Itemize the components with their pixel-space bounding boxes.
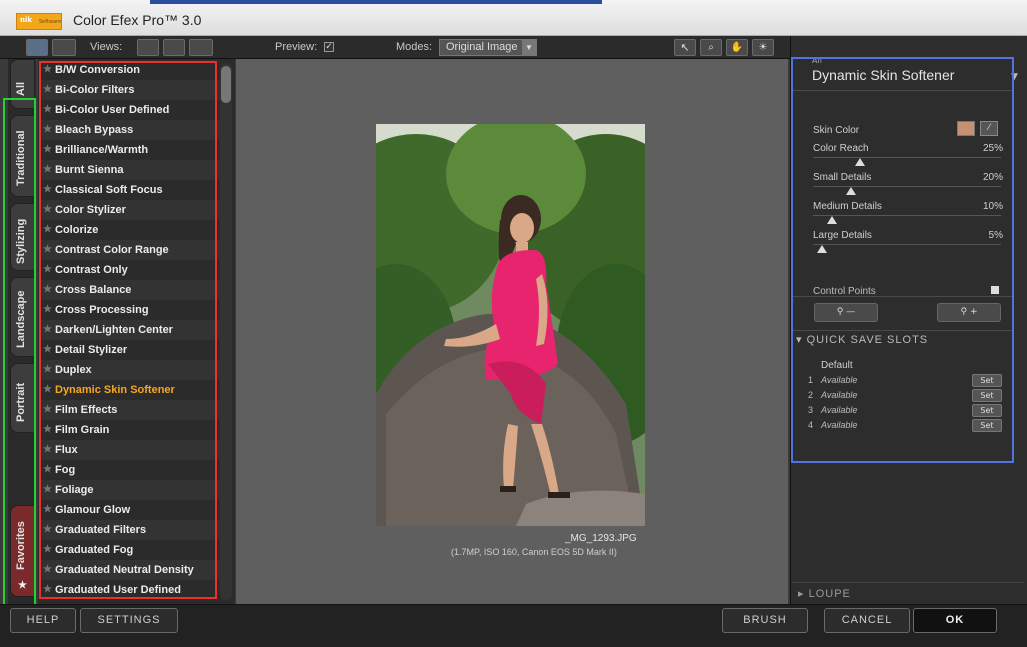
tabs-highlight xyxy=(3,98,36,615)
app-window: nik Software Color Efex Pro™ 3.0 Views: … xyxy=(0,0,1027,647)
view-split-icon[interactable] xyxy=(163,39,185,56)
preview-label: Preview: xyxy=(275,41,318,53)
cancel-button[interactable]: CANCEL xyxy=(824,608,910,633)
image-metadata: (1.7MP, ISO 160, Canon EOS 5D Mark II) xyxy=(451,547,617,557)
scroll-thumb[interactable] xyxy=(221,66,231,103)
background-window-strip xyxy=(150,0,602,4)
title-bar: nik Software Color Efex Pro™ 3.0 xyxy=(0,0,1027,36)
modes-label: Modes: xyxy=(396,41,433,53)
photo-illustration xyxy=(376,124,645,526)
loupe-divider xyxy=(792,582,1024,583)
filter-list-highlight xyxy=(39,61,217,599)
split-view-button[interactable] xyxy=(52,39,76,56)
views-label: Views: xyxy=(90,41,123,53)
single-view-button[interactable] xyxy=(26,39,48,56)
chevron-down-icon: ▼ xyxy=(522,40,536,55)
settings-button[interactable]: SETTINGS xyxy=(80,608,178,633)
help-button[interactable]: HELP xyxy=(10,608,76,633)
settings-highlight xyxy=(791,57,1014,463)
light-tool-icon[interactable]: ☀ xyxy=(752,39,774,56)
ok-button[interactable]: OK xyxy=(913,608,997,633)
loupe-header[interactable]: ▸ LOUPE xyxy=(798,587,851,600)
zoom-tool-icon[interactable]: ⌕ xyxy=(700,39,722,56)
preview-checkbox[interactable]: ✓ xyxy=(324,42,334,52)
brush-button[interactable]: BRUSH xyxy=(722,608,808,633)
preview-image[interactable] xyxy=(376,124,645,526)
view-single-icon[interactable] xyxy=(137,39,159,56)
nik-logo: nik Software xyxy=(16,13,62,30)
pointer-tool-icon[interactable]: ↖ xyxy=(674,39,696,56)
hand-tool-icon[interactable]: ✋ xyxy=(726,39,748,56)
image-filename: _MG_1293.JPG xyxy=(565,533,637,544)
view-side-icon[interactable] xyxy=(189,39,213,56)
app-title: Color Efex Pro™ 3.0 xyxy=(73,12,202,28)
modes-select[interactable]: Original Image ▼ xyxy=(439,39,537,56)
toolbar: Views: Preview: ✓ Modes: Original Image … xyxy=(0,36,790,59)
filter-scrollbar[interactable] xyxy=(220,63,232,600)
